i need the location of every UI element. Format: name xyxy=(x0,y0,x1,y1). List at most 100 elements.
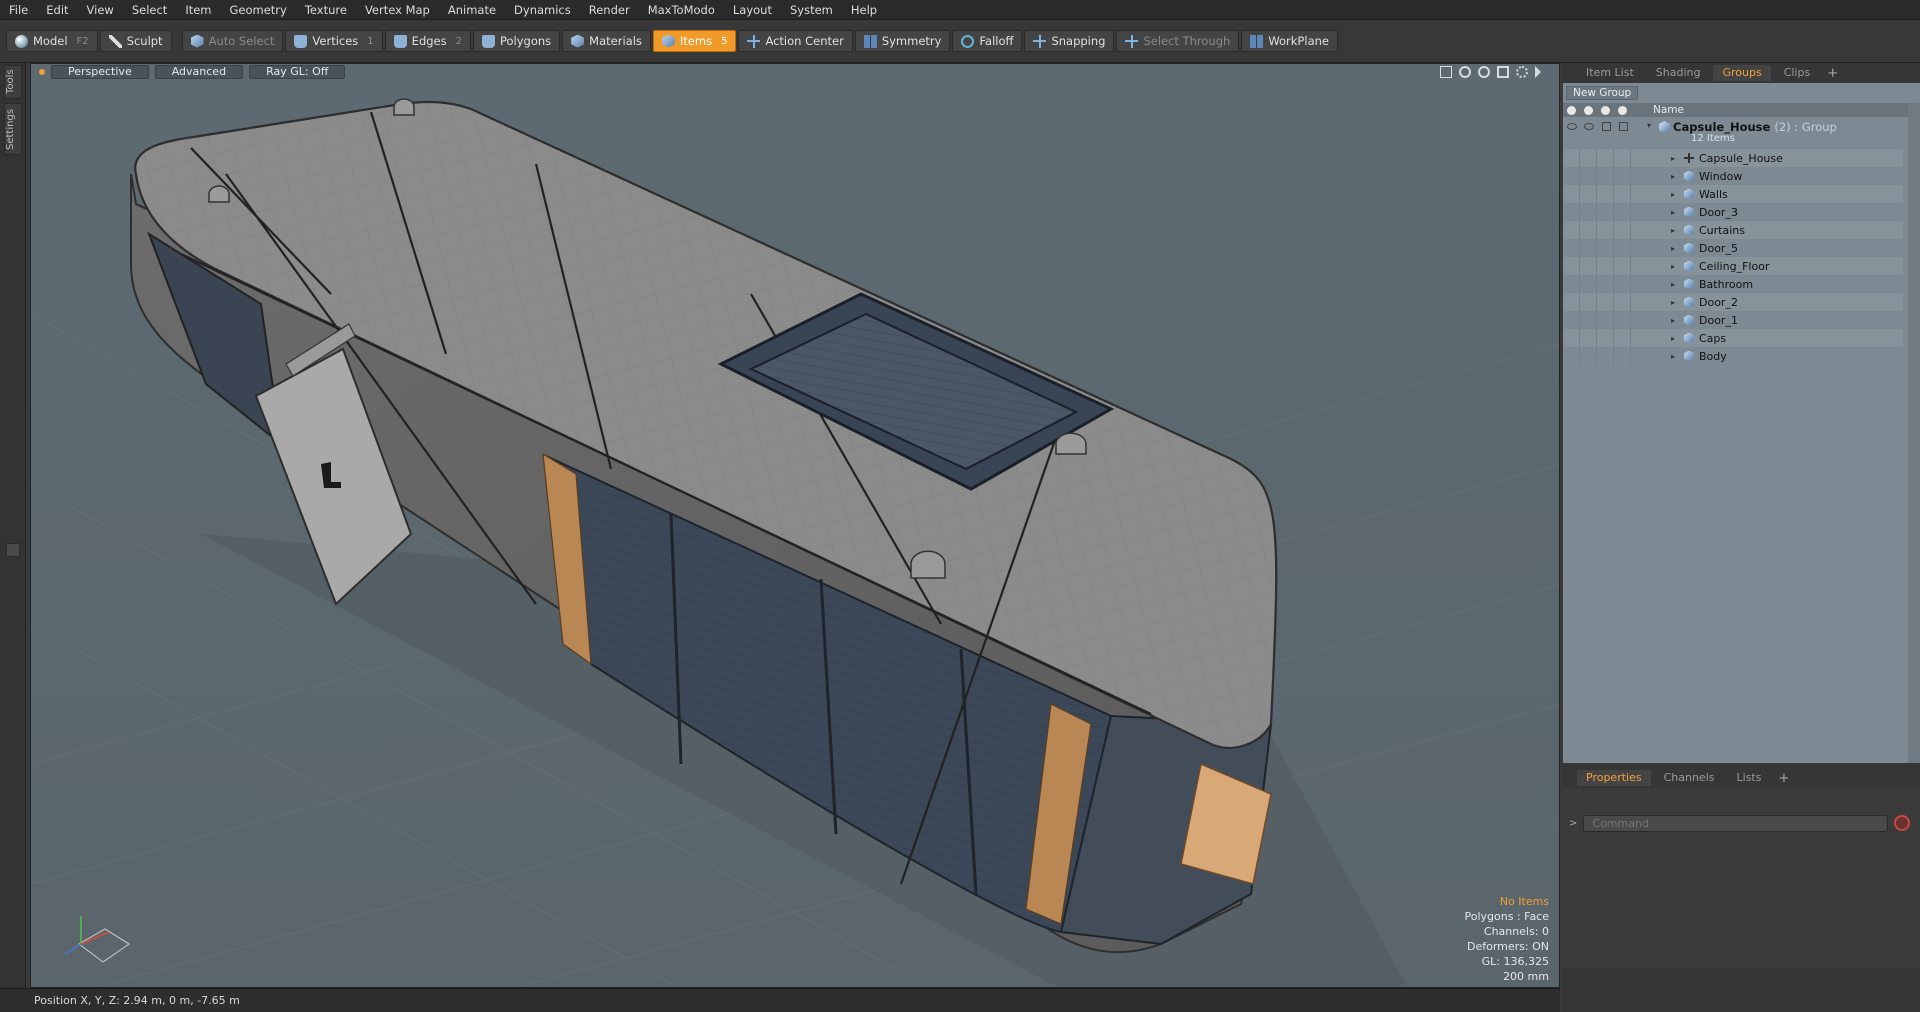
menu-select[interactable]: Select xyxy=(123,0,176,20)
symmetry-button[interactable]: Symmetry xyxy=(854,30,951,52)
tree-item-door-1[interactable]: ▸ Door_1 xyxy=(1563,311,1903,329)
materials-button[interactable]: Materials xyxy=(562,30,651,52)
auto-select-button[interactable]: Auto Select xyxy=(181,30,284,52)
mesh-icon xyxy=(1684,314,1694,326)
tools-tab[interactable]: Tools xyxy=(4,65,22,99)
mesh-icon xyxy=(1684,242,1694,254)
tree-scrollbar[interactable] xyxy=(1908,103,1920,763)
play-arrow-icon[interactable] xyxy=(1535,66,1541,78)
tree-item-walls[interactable]: ▸ Walls xyxy=(1563,185,1903,203)
menu-maxtomodo[interactable]: MaxToModo xyxy=(639,0,724,20)
menu-vertex-map[interactable]: Vertex Map xyxy=(356,0,439,20)
tree-item-label: Door_1 xyxy=(1699,313,1738,327)
tree-item-door-5[interactable]: ▸ Door_5 xyxy=(1563,239,1903,257)
render-column-icon[interactable] xyxy=(1580,103,1597,117)
materials-icon xyxy=(571,34,585,48)
render-icon[interactable] xyxy=(1584,123,1594,130)
menu-geometry[interactable]: Geometry xyxy=(221,0,296,20)
menu-file[interactable]: File xyxy=(0,0,37,20)
tree-item-capsule-house[interactable]: ▸ Capsule_House xyxy=(1563,149,1903,167)
command-record-button[interactable] xyxy=(1894,815,1911,831)
item-arrow-icon: ▸ xyxy=(1671,243,1676,253)
mesh-icon xyxy=(1684,278,1694,290)
rotate-icon[interactable] xyxy=(1459,66,1471,78)
lock-checkbox[interactable] xyxy=(1602,122,1611,131)
tab-channels[interactable]: Channels xyxy=(1655,770,1724,786)
mesh-icon xyxy=(1684,224,1694,236)
select-through-button[interactable]: Select Through xyxy=(1116,30,1240,52)
tree-item-label: Capsule_House xyxy=(1699,151,1783,165)
tab-shading[interactable]: Shading xyxy=(1647,65,1710,81)
command-input[interactable] xyxy=(1583,814,1889,832)
auto-select-icon xyxy=(190,34,204,48)
falloff-button[interactable]: Falloff xyxy=(952,30,1023,52)
shading-mode-dropdown[interactable]: Advanced xyxy=(154,65,244,79)
tree-item-door-2[interactable]: ▸ Door_2 xyxy=(1563,293,1903,311)
new-group-button[interactable]: New Group xyxy=(1566,86,1639,100)
select-column-icon[interactable] xyxy=(1614,103,1631,117)
add-tab-icon[interactable]: + xyxy=(1823,66,1842,81)
menu-item[interactable]: Item xyxy=(176,0,220,20)
group-row[interactable]: ▾ Capsule_House (2) : Group 12 Items xyxy=(1563,118,1903,148)
model-shortcut: F2 xyxy=(76,35,89,47)
add-tab-icon[interactable]: + xyxy=(1774,771,1793,786)
tab-lists[interactable]: Lists xyxy=(1728,770,1771,786)
falloff-label: Falloff xyxy=(979,34,1014,48)
viewport-menu-dot-icon[interactable] xyxy=(39,69,45,75)
tab-clips[interactable]: Clips xyxy=(1775,65,1820,81)
viewport-nav-icons xyxy=(1440,66,1541,78)
eye-icon[interactable] xyxy=(1567,123,1577,130)
tree-item-curtains[interactable]: ▸ Curtains xyxy=(1563,221,1903,239)
menu-texture[interactable]: Texture xyxy=(296,0,356,20)
tree-item-window[interactable]: ▸ Window xyxy=(1563,167,1903,185)
settings-tab[interactable]: Settings xyxy=(4,103,22,155)
menu-dynamics[interactable]: Dynamics xyxy=(505,0,580,20)
viewport-header: Perspective Advanced Ray GL: Off xyxy=(31,64,1559,80)
vertices-button[interactable]: Vertices 1 xyxy=(285,30,383,52)
select-checkbox[interactable] xyxy=(1619,122,1628,131)
zoom-icon[interactable] xyxy=(1478,66,1490,78)
menu-system[interactable]: System xyxy=(781,0,842,20)
polygons-button[interactable]: Polygons xyxy=(472,30,561,52)
gear-icon[interactable] xyxy=(1516,66,1528,78)
tree-item-door-3[interactable]: ▸ Door_3 xyxy=(1563,203,1903,221)
sculpt-mode-button[interactable]: Sculpt xyxy=(99,30,172,52)
workplane-button[interactable]: WorkPlane xyxy=(1241,30,1338,52)
left-tool-strip: Tools Settings xyxy=(0,63,26,988)
menu-render[interactable]: Render xyxy=(580,0,639,20)
menu-animate[interactable]: Animate xyxy=(439,0,505,20)
auto-select-label: Auto Select xyxy=(208,34,275,48)
tree-item-body[interactable]: ▸ Body xyxy=(1563,347,1903,365)
materials-label: Materials xyxy=(589,34,642,48)
maximize-icon[interactable] xyxy=(1497,66,1509,78)
edges-button[interactable]: Edges 2 xyxy=(384,30,471,52)
menu-edit[interactable]: Edit xyxy=(37,0,77,20)
ray-gl-toggle[interactable]: Ray GL: Off xyxy=(249,65,346,79)
action-center-button[interactable]: Action Center xyxy=(738,30,853,52)
menu-layout[interactable]: Layout xyxy=(724,0,781,20)
model-mode-button[interactable]: Model F2 xyxy=(6,30,98,52)
strip-toggle-button[interactable] xyxy=(6,543,20,557)
collapse-arrow-icon[interactable]: ▾ xyxy=(1647,121,1651,130)
tab-item-list[interactable]: Item List xyxy=(1577,65,1643,81)
tab-groups[interactable]: Groups xyxy=(1713,65,1771,81)
tree-item-label: Window xyxy=(1699,169,1743,183)
visibility-column-icon[interactable] xyxy=(1563,103,1580,117)
menu-help[interactable]: Help xyxy=(842,0,886,20)
name-column-header[interactable]: Name xyxy=(1631,104,1684,116)
workplane-icon xyxy=(1250,34,1264,48)
mesh-icon xyxy=(1684,296,1694,308)
view-mode-dropdown[interactable]: Perspective xyxy=(51,65,149,79)
menu-bar: File Edit View Select Item Geometry Text… xyxy=(0,0,1920,20)
model-label: Model xyxy=(33,34,68,48)
tab-properties[interactable]: Properties xyxy=(1577,770,1651,786)
items-button[interactable]: Items 5 xyxy=(652,30,737,52)
3d-viewport[interactable]: Perspective Advanced Ray GL: Off No Item… xyxy=(30,63,1560,988)
pan-icon[interactable] xyxy=(1440,66,1452,78)
menu-view[interactable]: View xyxy=(78,0,123,20)
tree-item-caps[interactable]: ▸ Caps xyxy=(1563,329,1903,347)
lock-column-icon[interactable] xyxy=(1597,103,1614,117)
snapping-button[interactable]: Snapping xyxy=(1024,30,1115,52)
tree-item-ceiling-floor[interactable]: ▸ Ceiling_Floor xyxy=(1563,257,1903,275)
tree-item-bathroom[interactable]: ▸ Bathroom xyxy=(1563,275,1903,293)
